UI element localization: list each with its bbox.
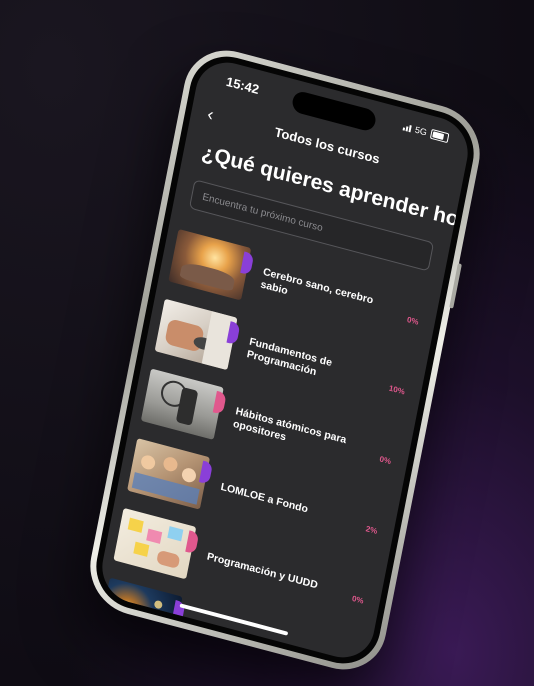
network-label: 5G bbox=[414, 124, 428, 138]
signal-icon bbox=[402, 123, 412, 132]
course-title: Cerebro sano, cerebro sabio bbox=[259, 265, 375, 307]
course-progress: 0% bbox=[351, 593, 365, 606]
course-thumbnail bbox=[168, 228, 252, 301]
course-title: Fundamentos de Programación bbox=[245, 335, 334, 379]
phone-mockup: 15:42 5G ‹ Todos los cursos ¿Qué quieres… bbox=[82, 40, 488, 680]
course-title: LOMLOE a Fondo bbox=[219, 481, 309, 516]
course-title: Hábitos atómicos para opositores bbox=[232, 405, 348, 447]
status-time: 15:42 bbox=[224, 73, 261, 98]
course-thumbnail bbox=[154, 298, 238, 371]
status-icons: 5G bbox=[402, 122, 450, 144]
course-thumbnail bbox=[113, 507, 197, 580]
course-progress: 0% bbox=[378, 454, 392, 467]
app-screen: 15:42 5G ‹ Todos los cursos ¿Qué quieres… bbox=[96, 55, 474, 665]
course-thumbnail bbox=[127, 438, 211, 510]
course-progress: 2% bbox=[364, 524, 379, 536]
course-progress: 10% bbox=[388, 383, 406, 397]
background: 15:42 5G ‹ Todos los cursos ¿Qué quieres… bbox=[0, 0, 534, 686]
course-progress: 0% bbox=[406, 315, 420, 327]
course-thumbnail bbox=[140, 368, 224, 440]
battery-icon bbox=[429, 128, 450, 144]
course-title: Programación y UUDD bbox=[205, 550, 319, 592]
